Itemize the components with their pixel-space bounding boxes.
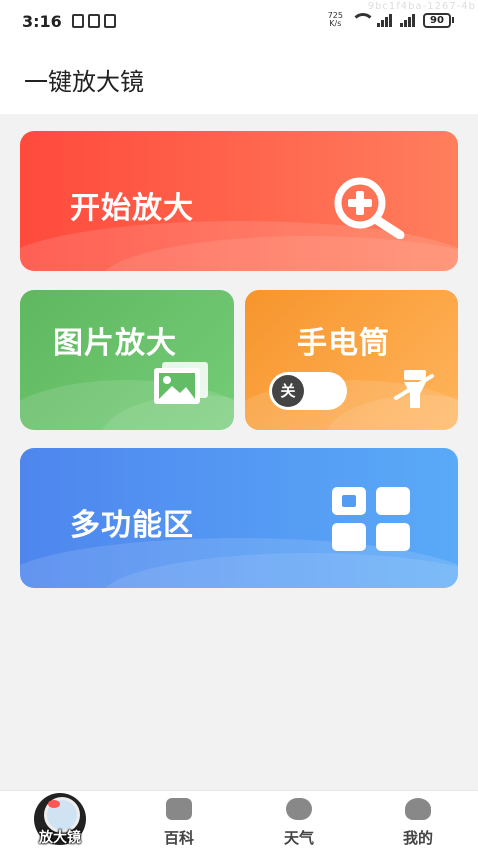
tab-weather[interactable]: 天气 — [239, 791, 359, 850]
net-speed: 725 K/s — [328, 12, 343, 28]
flashlight-off-icon[interactable] — [392, 368, 436, 412]
tab-magnifier-label: 放大镜 — [39, 830, 81, 846]
wifi-icon — [351, 13, 375, 27]
status-notification-icons — [72, 14, 116, 28]
photo-zoom-card[interactable]: 图片放大 — [20, 290, 234, 430]
nfc-icon — [72, 14, 84, 28]
flashlight-toggle-state: 关 — [272, 375, 304, 407]
start-zoom-label: 开始放大 — [70, 191, 194, 226]
multi-function-label: 多功能区 — [70, 508, 194, 543]
tab-profile-label: 我的 — [402, 829, 433, 847]
image-icon — [154, 362, 208, 404]
book-icon — [166, 798, 192, 820]
photo-zoom-label: 图片放大 — [53, 326, 177, 361]
status-right-icons: 725 K/s 90 — [328, 12, 454, 28]
tab-profile[interactable]: 我的 — [358, 791, 478, 850]
watermark-text: 9bc1f4ba-1267-4b — [367, 1, 476, 12]
grid-icon — [332, 487, 410, 551]
tab-encyclopedia-label: 百科 — [163, 829, 194, 847]
bluetooth-icon — [88, 14, 100, 28]
signal-icon-2 — [400, 13, 415, 27]
battery-icon: 90 — [423, 12, 454, 28]
tab-magnifier[interactable]: 放大镜 — [0, 791, 120, 850]
flashlight-toggle[interactable]: 关 — [269, 372, 347, 410]
battery-level: 90 — [423, 12, 451, 28]
vibrate-icon — [104, 14, 116, 28]
flashlight-label: 手电筒 — [297, 326, 390, 361]
multi-function-card[interactable]: 多功能区 — [20, 448, 458, 588]
cloud-icon — [286, 798, 312, 820]
status-bar: 3:16 9bc1f4ba-1267-4b 725 K/s 90 — [0, 0, 478, 44]
tab-weather-label: 天气 — [283, 829, 314, 847]
flashlight-card: 手电筒 关 — [245, 290, 458, 430]
status-time: 3:16 — [22, 12, 62, 31]
net-speed-unit: K/s — [329, 19, 342, 28]
tab-encyclopedia[interactable]: 百科 — [119, 791, 239, 850]
signal-icon — [377, 13, 392, 27]
app-header: 一键放大镜 — [0, 44, 478, 114]
bottom-tab-bar: 放大镜 百科 天气 我的 — [0, 790, 478, 850]
page-title: 一键放大镜 — [24, 68, 144, 96]
zoom-in-icon — [334, 177, 405, 239]
user-icon — [405, 798, 431, 820]
start-zoom-card[interactable]: 开始放大 — [20, 131, 458, 271]
